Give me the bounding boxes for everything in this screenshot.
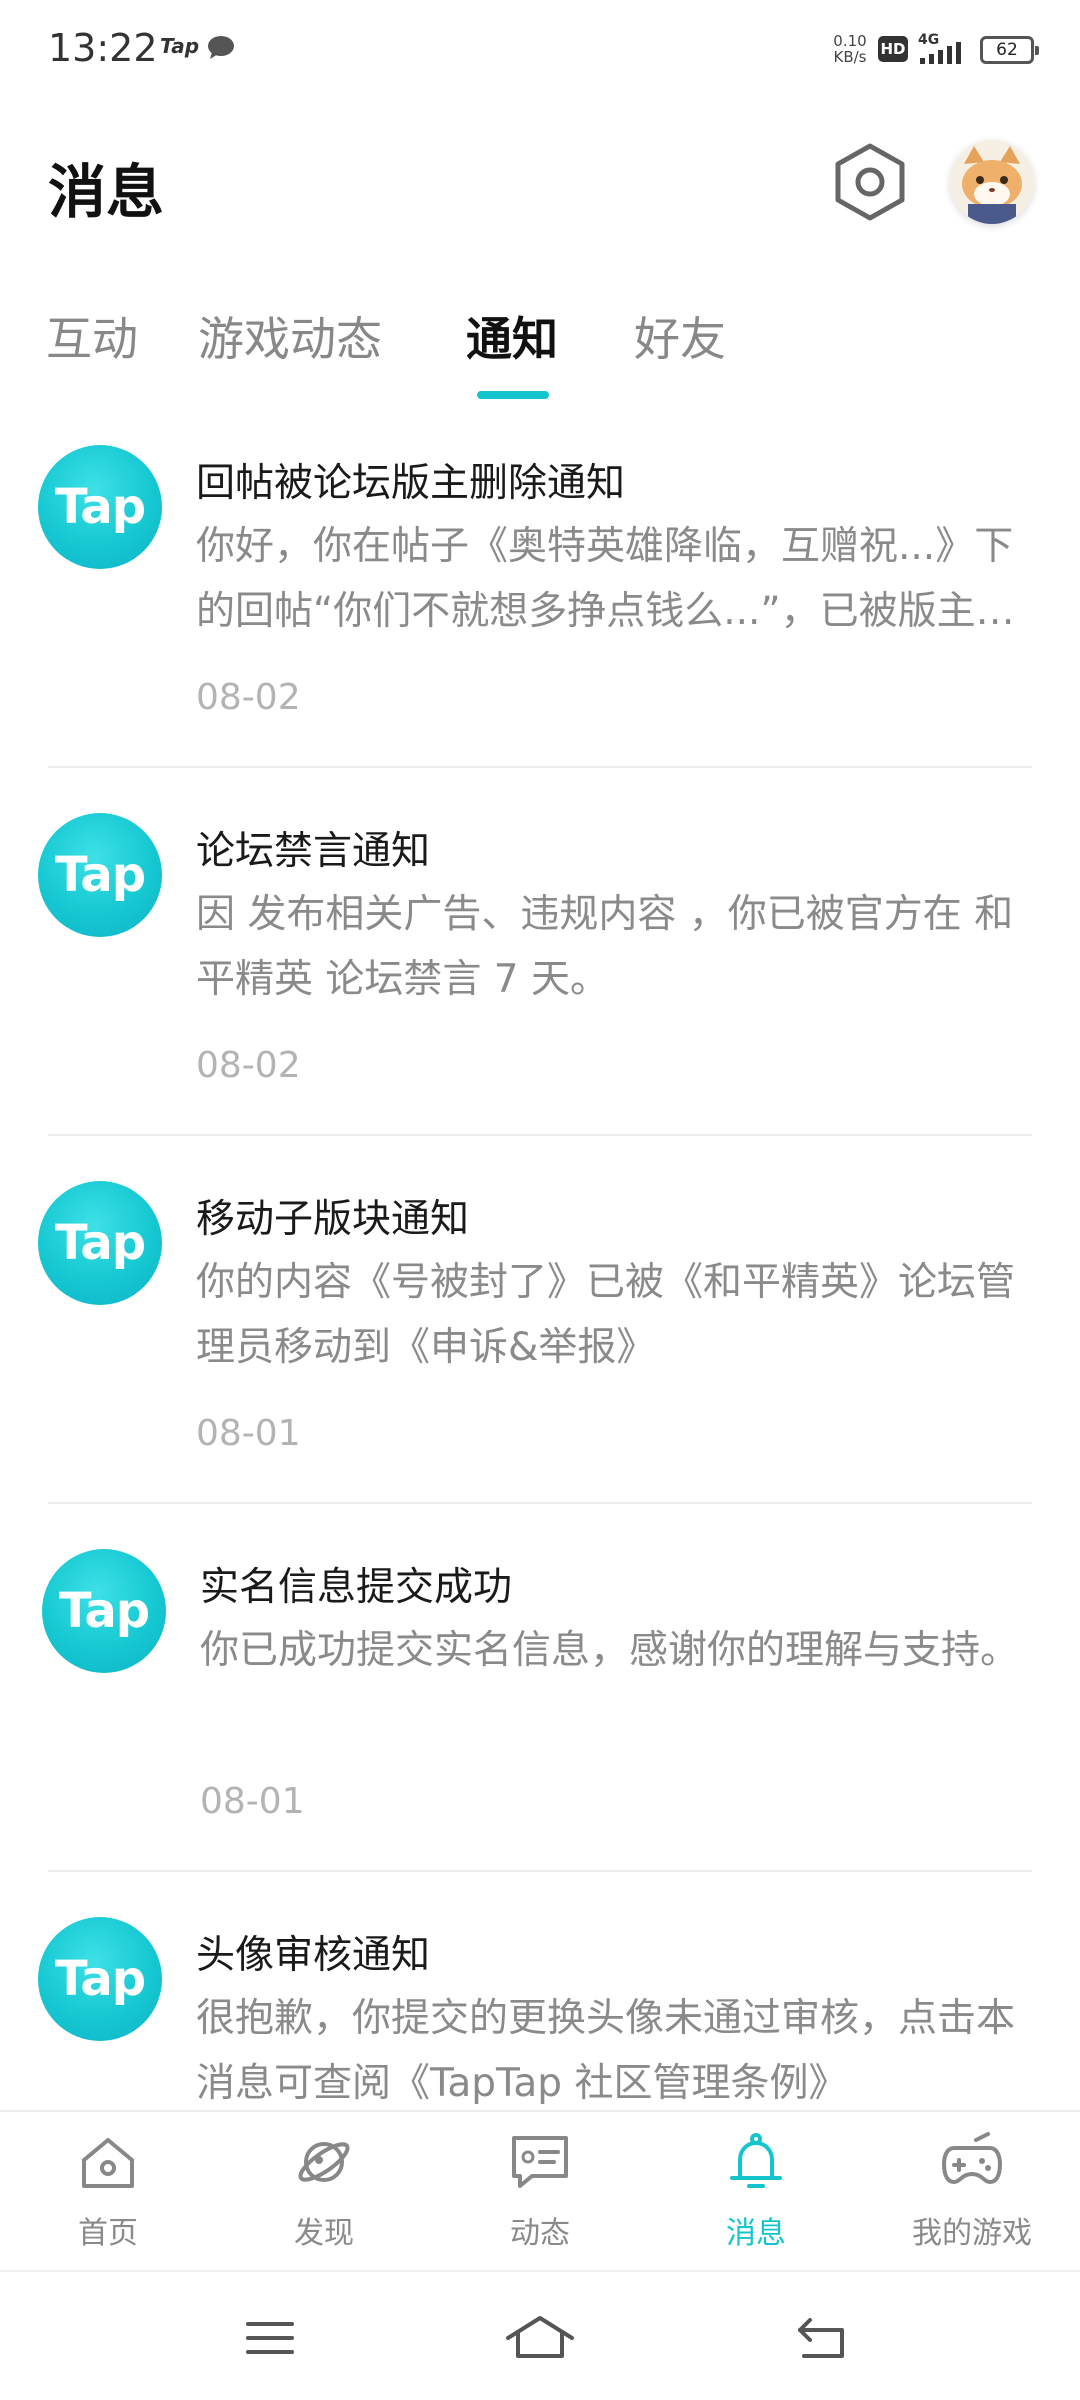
bell-icon [730, 2133, 782, 2188]
notification-body: 你已成功提交实名信息，感谢你的理解与支持。 [200, 1628, 1020, 1673]
chat-card-icon [512, 2136, 568, 2188]
tap-notification-icon: Tap [160, 34, 200, 58]
home-icon [82, 2138, 134, 2188]
notification-item[interactable]: Tap 头像审核通知 很抱歉，你提交的更换头像未通过审核，点击本消息可查阅《Ta… [0, 1902, 1080, 2110]
nav-home[interactable]: 首页 [38, 2130, 178, 2260]
notification-body: 很抱歉，你提交的更换头像未通过审核，点击本消息可查阅《TapTap 社区管理条例… [196, 1996, 1016, 2106]
system-home-icon[interactable] [504, 2308, 576, 2368]
notification-list: Tap 回帖被论坛版主删除通知 你好，你在帖子《奥特英雄降临，互赠祝...》下的… [0, 430, 1080, 2110]
avatar[interactable] [950, 140, 1034, 224]
back-icon[interactable] [786, 2308, 858, 2368]
network-speed-unit: KB/s [833, 48, 867, 66]
hd-badge: HD [878, 36, 908, 62]
notification-date: 08-02 [196, 677, 301, 718]
nav-messages-label: 消息 [726, 2216, 786, 2251]
chat-bubble-icon [208, 36, 234, 59]
cat-avatar-icon [950, 140, 1034, 224]
network-speed-value: 0.10 [833, 32, 867, 50]
settings-icon[interactable] [830, 140, 910, 224]
nav-messages[interactable]: 消息 [686, 2130, 826, 2260]
notification-title: 回帖被论坛版主删除通知 [196, 461, 626, 506]
network-speed: 0.10 KB/s [828, 33, 872, 65]
screen: 13:22 Tap 0.10 KB/s HD 4G 62 消息 互动 游戏动态 … [0, 0, 1080, 2400]
divider [48, 1134, 1032, 1136]
notification-item[interactable]: Tap 移动子版块通知 你的内容《号被封了》已被《和平精英》论坛管理员移动到《申… [0, 1166, 1080, 1534]
menu-icon[interactable] [234, 2308, 306, 2368]
tap-logo-icon: Tap [38, 1181, 162, 1305]
notification-item[interactable]: Tap 回帖被论坛版主删除通知 你好，你在帖子《奥特英雄降临，互赠祝...》下的… [0, 430, 1080, 798]
nav-discover[interactable]: 发现 [254, 2130, 394, 2260]
divider [48, 1870, 1032, 1872]
nav-home-label: 首页 [78, 2216, 138, 2251]
signal-icon: 4G [918, 32, 961, 64]
tap-logo-icon: Tap [42, 1549, 166, 1673]
nav-feed[interactable]: 动态 [470, 2130, 610, 2260]
divider [48, 766, 1032, 768]
nav-my-games-label: 我的游戏 [912, 2216, 1032, 2251]
bottom-nav: 首页 发现 动态 消息 我的游戏 [0, 2110, 1080, 2270]
tab-interaction[interactable]: 互动 [46, 303, 138, 369]
tab-game-updates[interactable]: 游戏动态 [198, 303, 382, 369]
notification-item[interactable]: Tap 实名信息提交成功 你已成功提交实名信息，感谢你的理解与支持。 08-01 [0, 1534, 1080, 1902]
tap-logo-icon: Tap [38, 813, 162, 937]
notification-body: 你好，你在帖子《奥特英雄降临，互赠祝...》下的回帖“你们不就想多挣点钱么...… [196, 524, 1015, 634]
notification-title: 实名信息提交成功 [200, 1565, 513, 1610]
notification-body: 你的内容《号被封了》已被《和平精英》论坛管理员移动到《申诉&举报》 [196, 1260, 1016, 1370]
notification-body: 因 发布相关广告、违规内容 ，你已被官方在 和平精英 论坛禁言 7 天。 [196, 892, 1014, 1002]
planet-icon [298, 2142, 350, 2182]
notification-date: 08-01 [200, 1781, 305, 1822]
active-tab-indicator [477, 391, 549, 399]
status-bar: 13:22 Tap 0.10 KB/s HD 4G 62 [0, 0, 1080, 100]
status-time: 13:22 [48, 26, 158, 70]
nav-my-games[interactable]: 我的游戏 [902, 2130, 1042, 2260]
tab-notifications[interactable]: 通知 [466, 303, 558, 369]
gamepad-icon [942, 2132, 1002, 2184]
nav-discover-label: 发现 [294, 2216, 354, 2251]
notification-date: 08-02 [196, 1045, 301, 1086]
notification-title: 头像审核通知 [196, 1933, 431, 1978]
tap-logo-icon: Tap [38, 1917, 162, 2041]
tab-bar: 互动 游戏动态 通知 好友 [0, 295, 1080, 405]
notification-date: 08-01 [196, 1413, 301, 1454]
nav-feed-label: 动态 [510, 2216, 570, 2251]
notification-title: 移动子版块通知 [196, 1197, 470, 1242]
svg-text:4G: 4G [918, 32, 939, 48]
page-title: 消息 [48, 158, 165, 226]
system-nav-bar [0, 2270, 1080, 2400]
notification-item[interactable]: Tap 论坛禁言通知 因 发布相关广告、违规内容 ，你已被官方在 和平精英 论坛… [0, 798, 1080, 1166]
notification-title: 论坛禁言通知 [196, 829, 431, 874]
divider [48, 1502, 1032, 1504]
tap-logo-icon: Tap [38, 445, 162, 569]
tab-friends[interactable]: 好友 [634, 303, 726, 369]
battery-icon: 62 [980, 36, 1039, 64]
